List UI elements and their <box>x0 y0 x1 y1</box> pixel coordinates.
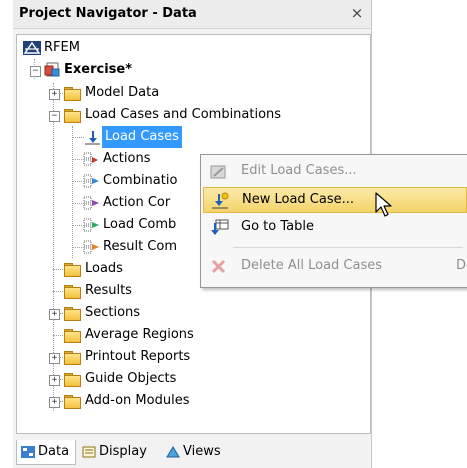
expand-expander[interactable]: + <box>49 375 60 386</box>
tree-item-label: Loads <box>85 261 123 276</box>
menu-item-label: Delete All Load Cases <box>241 258 383 273</box>
tree-item-load-cases-and-combinations[interactable]: − Load Cases and Combinations <box>17 104 357 126</box>
menu-item-new-load-case[interactable]: New Load Case... <box>203 187 467 213</box>
tree-root-label: RFEM <box>44 40 80 55</box>
menu-item-delete-all-load-cases[interactable]: Delete All Load Cases Del <box>203 254 467 280</box>
folder-icon <box>64 395 81 409</box>
folder-icon <box>64 87 81 101</box>
folder-icon <box>64 307 81 321</box>
new-load-case-icon <box>212 192 229 209</box>
panel-title: Project Navigator - Data <box>19 6 197 21</box>
tree-project[interactable]: − Exercise* <box>17 59 357 81</box>
data-tab-icon <box>21 445 35 458</box>
folder-icon <box>64 351 81 365</box>
combinations-icon <box>83 174 99 188</box>
tree-root[interactable]: RFEM <box>17 37 357 59</box>
tree-item-label: Result Com <box>103 239 177 254</box>
views-tab-icon <box>166 445 180 457</box>
context-menu: Edit Load Cases... New Load Case... Go t… <box>200 154 467 288</box>
result-combinations-icon <box>83 240 99 254</box>
collapse-expander[interactable]: − <box>49 111 60 122</box>
menu-separator <box>233 247 463 248</box>
tree-item-label: Actions <box>103 151 151 166</box>
mouse-cursor-icon <box>375 192 392 217</box>
go-to-table-icon <box>211 219 229 235</box>
rfem-logo-icon <box>23 41 41 55</box>
edit-load-cases-icon <box>210 165 226 179</box>
panel-titlebar: Project Navigator - Data × <box>13 0 371 29</box>
tree-item-printout-reports[interactable]: + Printout Reports <box>17 346 357 368</box>
tree-item-label: Results <box>85 283 132 298</box>
tree-item-label: Model Data <box>85 85 160 100</box>
collapse-expander[interactable]: − <box>30 66 41 77</box>
folder-icon <box>64 263 81 277</box>
tree-item-sections[interactable]: + Sections <box>17 302 357 324</box>
tree-item-label: Action Cor <box>103 195 171 210</box>
tab-label: Data <box>38 444 70 459</box>
menu-item-label: New Load Case... <box>242 192 355 207</box>
tree-item-label: Load Comb <box>103 217 177 232</box>
tree-item-average-regions[interactable]: Average Regions <box>17 324 357 346</box>
tree-project-label: Exercise* <box>64 62 133 77</box>
tab-data[interactable]: Data <box>16 440 76 465</box>
expand-expander[interactable]: + <box>49 397 60 408</box>
project-icon <box>44 62 60 77</box>
menu-item-go-to-table[interactable]: Go to Table <box>203 215 467 241</box>
action-combinations-icon <box>83 196 99 210</box>
tab-views[interactable]: Views <box>162 440 232 464</box>
tree-item-load-cases[interactable]: Load Cases <box>17 126 357 148</box>
tree-item-label: Load Cases <box>102 126 182 148</box>
menu-item-label: Edit Load Cases... <box>241 163 357 178</box>
menu-item-shortcut: Del <box>456 258 467 273</box>
tree-item-guide-objects[interactable]: + Guide Objects <box>17 368 357 390</box>
tree-item-label: Guide Objects <box>85 371 177 386</box>
tree-item-model-data[interactable]: + Model Data <box>17 82 357 104</box>
tab-display[interactable]: Display <box>78 440 158 464</box>
expand-expander[interactable]: + <box>49 353 60 364</box>
tree-item-label: Sections <box>85 305 141 320</box>
tree-item-label: Printout Reports <box>85 349 191 364</box>
close-icon[interactable]: × <box>349 3 365 23</box>
navigator-tabs: Data Display Views <box>16 440 369 466</box>
tab-label: Views <box>183 444 221 459</box>
load-combinations-icon <box>83 218 99 232</box>
open-folder-icon <box>64 109 81 123</box>
tree-item-label: Combinatio <box>103 173 178 188</box>
folder-icon <box>64 373 81 387</box>
tab-label: Display <box>99 444 147 459</box>
expand-expander[interactable]: + <box>49 89 60 100</box>
folder-icon <box>64 329 81 343</box>
tree-item-label: Add-on Modules <box>85 393 190 408</box>
delete-icon <box>211 259 226 274</box>
display-tab-icon <box>82 446 96 457</box>
tree-item-add-on-modules[interactable]: + Add-on Modules <box>17 390 357 412</box>
expand-expander[interactable]: + <box>49 309 60 320</box>
menu-item-edit-load-cases[interactable]: Edit Load Cases... <box>203 159 467 185</box>
menu-item-label: Go to Table <box>241 219 314 234</box>
tree-item-label: Load Cases and Combinations <box>85 107 282 122</box>
actions-icon <box>83 152 98 166</box>
load-case-icon <box>85 131 100 145</box>
folder-icon <box>64 285 81 299</box>
tree-item-label: Average Regions <box>85 327 194 342</box>
